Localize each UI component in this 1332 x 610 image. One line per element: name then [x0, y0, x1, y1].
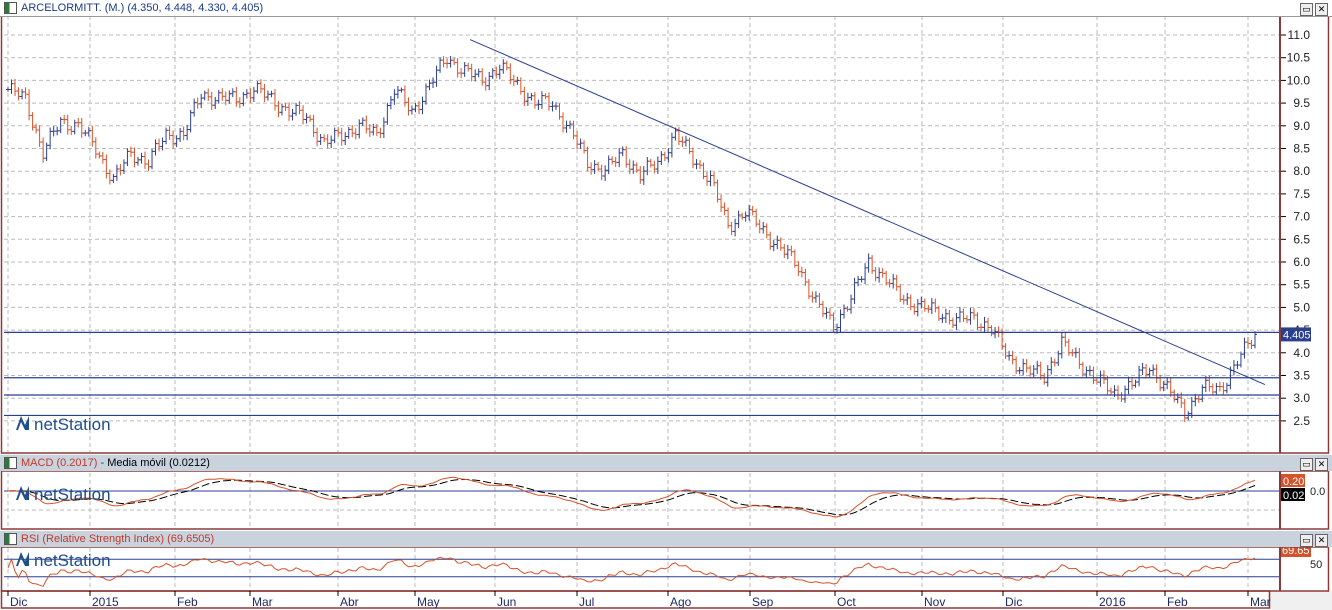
rsi-mid-label: 50: [1310, 559, 1322, 571]
macd-value-label: 0.20: [1283, 476, 1304, 488]
x-tick-label: Ago: [670, 595, 692, 609]
y-tick-label: 6.5: [1293, 232, 1310, 246]
netstation-watermark: netStation: [34, 415, 111, 434]
y-tick-label: 8.5: [1293, 142, 1310, 156]
close-button[interactable]: ✕: [1315, 534, 1328, 547]
x-tick-label: Sep: [752, 595, 774, 609]
panel-icon: [4, 2, 17, 14]
close-button[interactable]: ✕: [1315, 458, 1328, 471]
macd-panel-header: MACD (0.2017) - Media móvil (0.0212) ▭ ✕: [0, 455, 1332, 471]
panel-icon: [4, 457, 17, 469]
y-tick-label: 8.0: [1293, 164, 1310, 178]
rsi-title: RSI (Relative Strength Index) (69.6505): [21, 533, 215, 545]
x-tick-label: Dic: [10, 595, 27, 609]
x-tick-label: May: [417, 595, 440, 609]
x-tick-label: Mar: [252, 595, 273, 609]
macd-title: MACD (0.2017): [21, 457, 98, 469]
macd-zero-label: 0.0: [1310, 486, 1325, 498]
y-tick-label: 5.5: [1293, 278, 1310, 292]
chart-canvas: 11.0 10.5 10.0 9.5 9.0 8.5 8.0 7.5 7.0 6.5 6.0 5.5 5…: [0, 15, 1332, 610]
close-button[interactable]: ✕: [1315, 3, 1328, 16]
x-tick-label: Feb: [1167, 595, 1188, 609]
x-tick-label: 2016: [1099, 595, 1126, 609]
macd-ma-title: Media móvil (0.0212): [107, 457, 210, 469]
x-tick-label: Mar: [1250, 595, 1271, 609]
netstation-watermark: netStation: [34, 551, 111, 570]
y-tick-label: 2.5: [1293, 414, 1310, 428]
macd-plot-bg: [0, 471, 1332, 531]
panel-icon: [4, 533, 17, 545]
y-tick-label: 5.0: [1293, 300, 1310, 314]
x-tick-label: Feb: [177, 595, 198, 609]
y-tick-label: 11.0: [1288, 28, 1311, 42]
restore-button[interactable]: ▭: [1300, 534, 1313, 547]
y-tick-label: 9.0: [1293, 119, 1310, 133]
y-tick-label: 3.0: [1293, 391, 1310, 405]
y-tick-label: 4.0: [1293, 346, 1310, 360]
restore-button[interactable]: ▭: [1300, 3, 1313, 16]
x-tick-label: Oct: [837, 595, 856, 609]
x-tick-label: Nov: [924, 595, 945, 609]
x-tick-label: 2015: [92, 595, 119, 609]
y-tick-label: 10.5: [1287, 51, 1311, 65]
x-tick-label: Jul: [579, 595, 594, 609]
x-tick-label: Abr: [340, 595, 359, 609]
x-tick-label: Jun: [497, 595, 516, 609]
main-panel-header: ARCELORMITT. (M.) (4.350, 4.448, 4.330, …: [0, 0, 1332, 17]
netstation-watermark: netStation: [34, 485, 111, 504]
rsi-panel-header: RSI (Relative Strength Index) (69.6505) …: [0, 531, 1332, 547]
main-panel-title: ARCELORMITT. (M.) (4.350, 4.448, 4.330, …: [21, 2, 264, 14]
last-price-label: 4.405: [1283, 329, 1311, 341]
y-tick-label: 9.5: [1293, 96, 1310, 110]
restore-button[interactable]: ▭: [1300, 458, 1313, 471]
y-tick-label: 7.0: [1293, 210, 1310, 224]
y-tick-label: 3.5: [1293, 369, 1310, 383]
signal-value-label: 0.02: [1283, 490, 1304, 502]
y-tick-label: 10.0: [1287, 73, 1311, 87]
y-tick-label: 7.5: [1293, 187, 1310, 201]
x-tick-label: Dic: [1005, 595, 1022, 609]
y-tick-label: 6.0: [1293, 255, 1310, 269]
